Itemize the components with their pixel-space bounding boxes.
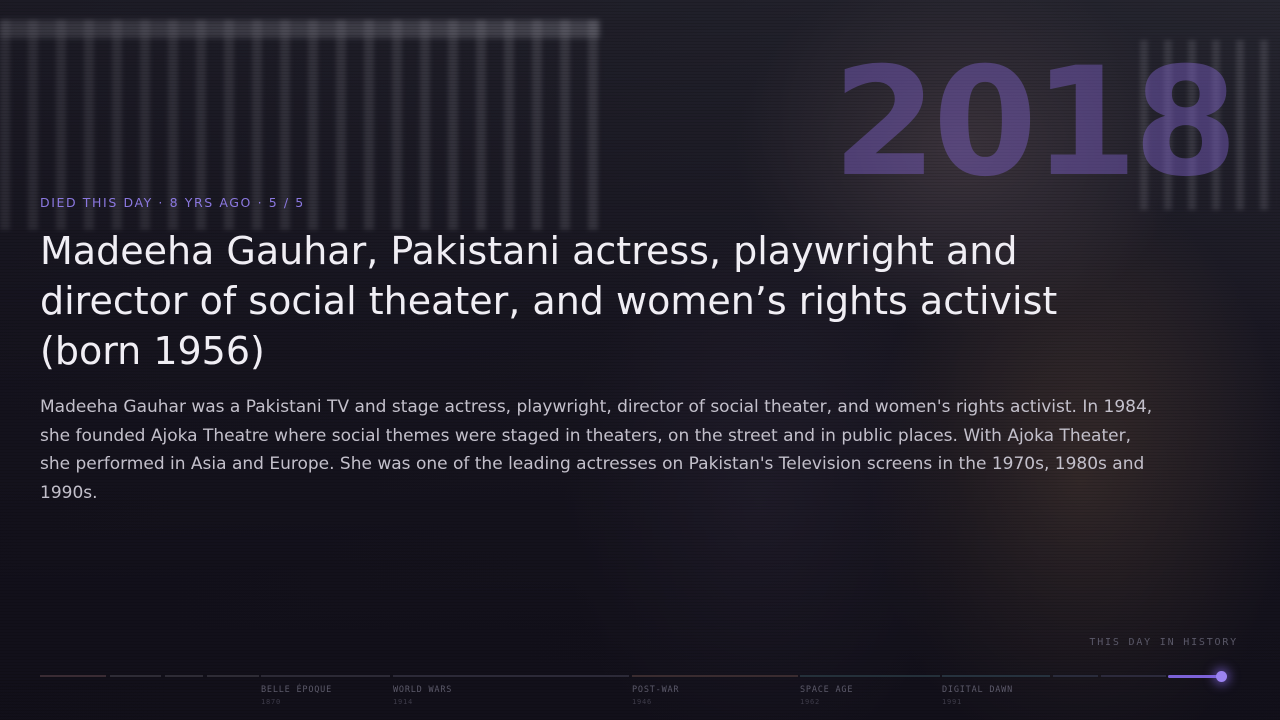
era-year: 1946 bbox=[632, 698, 653, 706]
timeline-segment bbox=[1053, 675, 1098, 677]
era-space-age[interactable]: SPACE AGE 1962 bbox=[800, 685, 853, 706]
era-year: 1962 bbox=[800, 698, 821, 706]
era-label: WORLD WARS bbox=[393, 685, 453, 695]
era-label: BELLE ÉPOQUE bbox=[261, 685, 333, 695]
timeline-segment bbox=[261, 675, 390, 677]
era-world-wars[interactable]: WORLD WARS 1914 bbox=[393, 685, 452, 706]
entry-eyebrow: DIED THIS DAY · 8 YRS AGO · 5 / 5 bbox=[40, 195, 305, 210]
timeline-segment bbox=[393, 675, 629, 677]
era-post-war[interactable]: POST-WAR 1946 bbox=[632, 685, 679, 706]
entry-title: Madeeha Gauhar, Pakistani actress, playw… bbox=[40, 229, 1058, 373]
era-label: SPACE AGE bbox=[800, 685, 854, 695]
timeline[interactable]: BELLE ÉPOQUE 1870 WORLD WARS 1914 POST-W… bbox=[0, 660, 1280, 720]
era-label: DIGITAL DAWN bbox=[942, 685, 1014, 695]
timeline-progress bbox=[1168, 675, 1222, 678]
era-year: 1870 bbox=[261, 698, 282, 706]
era-digital-dawn[interactable]: DIGITAL DAWN 1991 bbox=[942, 685, 1013, 706]
timeline-segment bbox=[40, 675, 106, 677]
brand-label: THIS DAY IN HISTORY bbox=[1089, 637, 1238, 648]
entry-description: Madeeha Gauhar was a Pakistani TV and st… bbox=[40, 397, 1153, 503]
era-label: POST-WAR bbox=[632, 685, 680, 695]
timeline-segment bbox=[165, 675, 203, 677]
timeline-handle[interactable] bbox=[1216, 671, 1227, 682]
era-year: 1991 bbox=[942, 698, 963, 706]
timeline-segment bbox=[1101, 675, 1166, 677]
year-display: 2018 bbox=[832, 36, 1238, 210]
era-year: 1914 bbox=[393, 698, 414, 706]
era-belle-epoque[interactable]: BELLE ÉPOQUE 1870 bbox=[261, 685, 332, 706]
timeline-segment bbox=[632, 675, 798, 677]
timeline-segment bbox=[942, 675, 1050, 677]
timeline-segment bbox=[110, 675, 161, 677]
timeline-segment bbox=[207, 675, 259, 677]
timeline-segment bbox=[800, 675, 940, 677]
